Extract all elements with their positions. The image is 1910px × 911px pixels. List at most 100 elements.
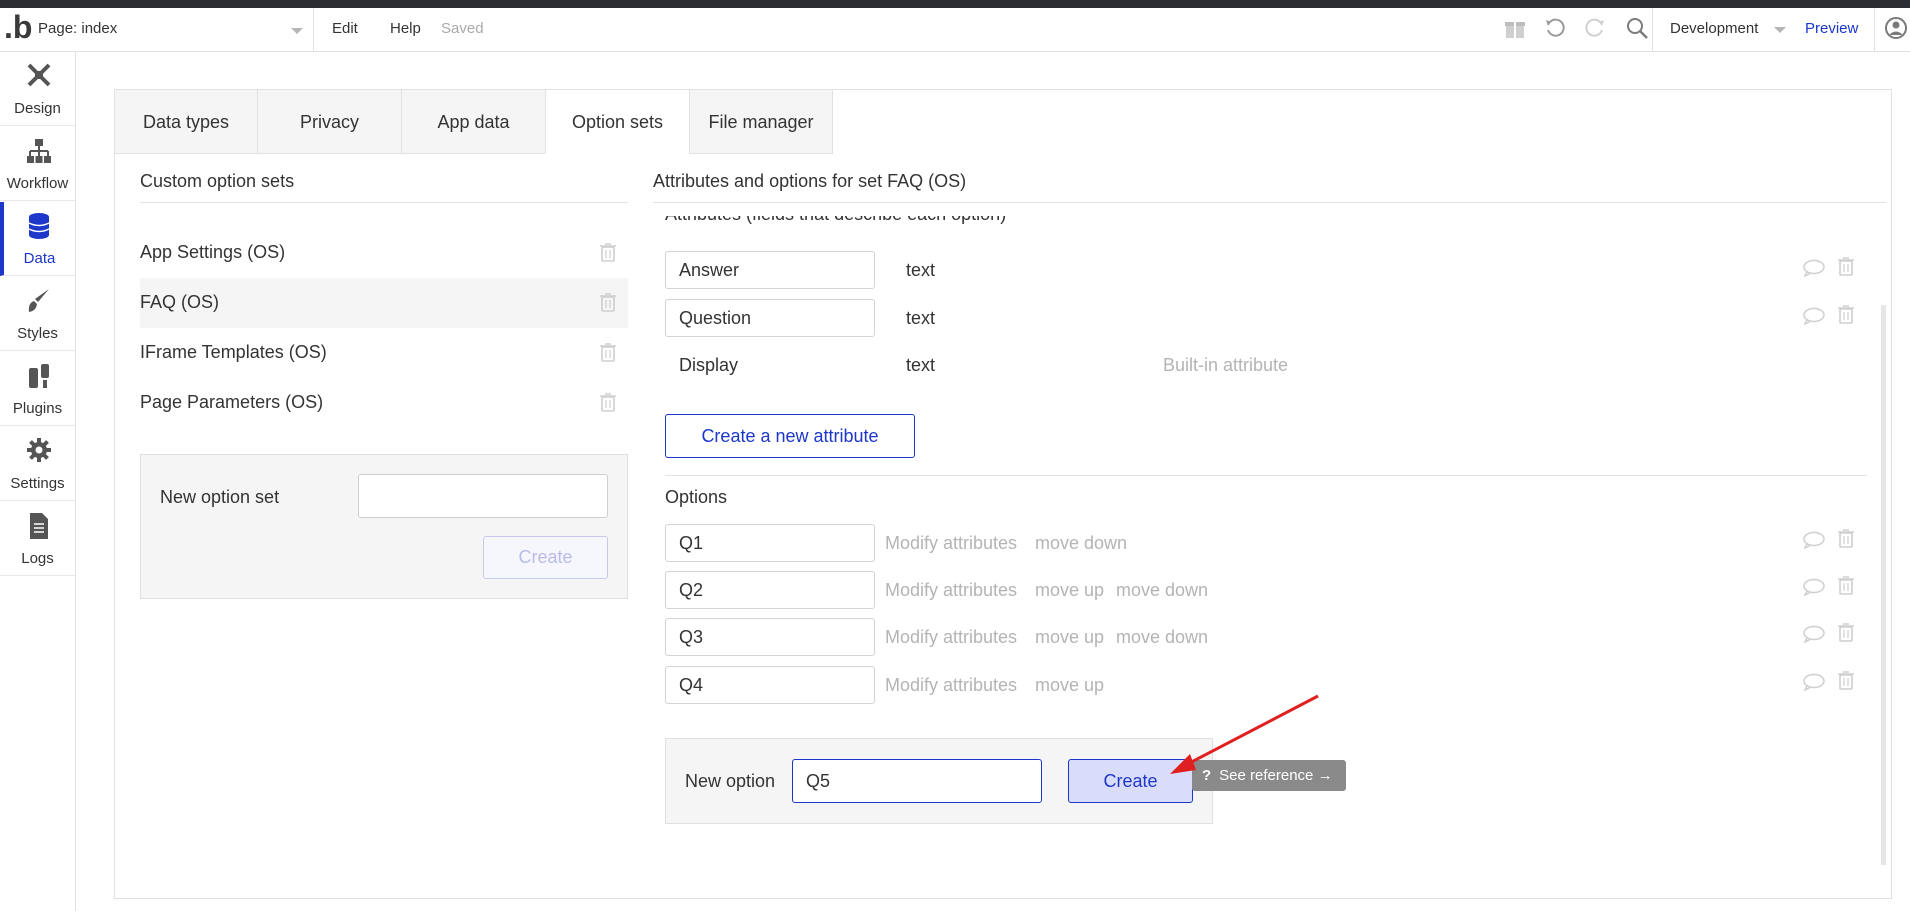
sidebar-item-data[interactable]: Data xyxy=(0,202,75,276)
sidebar-item-styles[interactable]: Styles xyxy=(0,277,75,351)
sidebar-item-label: Design xyxy=(14,100,61,117)
tab-privacy[interactable]: Privacy xyxy=(257,89,402,154)
workflow-icon xyxy=(27,139,51,163)
move-up-link[interactable]: move up xyxy=(1035,627,1104,648)
comment-icon[interactable] xyxy=(1803,578,1825,596)
option-row-actions xyxy=(1803,528,1863,552)
option-set-row[interactable]: App Settings (OS) xyxy=(140,228,628,278)
modify-attributes-link[interactable]: Modify attributes xyxy=(885,580,1017,601)
header-divider xyxy=(1874,8,1875,52)
trash-icon[interactable] xyxy=(1838,622,1854,642)
design-icon xyxy=(27,63,51,87)
undo-icon[interactable] xyxy=(1543,16,1567,40)
plug-icon xyxy=(29,364,49,388)
create-attribute-button[interactable]: Create a new attribute xyxy=(665,414,915,458)
option-row-actions xyxy=(1803,575,1863,599)
sidebar-item-label: Settings xyxy=(10,475,65,492)
option-name-field[interactable]: Q4 xyxy=(665,666,875,704)
attribute-row-actions xyxy=(1803,304,1863,328)
trash-icon[interactable] xyxy=(1838,528,1854,548)
option-row-actions xyxy=(1803,670,1863,694)
bubble-logo[interactable]: .b xyxy=(0,8,32,50)
move-down-link[interactable]: move down xyxy=(1116,627,1208,648)
tab-option-sets[interactable]: Option sets xyxy=(545,89,690,154)
attribute-row-actions xyxy=(1803,256,1863,280)
modify-attributes-link[interactable]: Modify attributes xyxy=(885,675,1017,696)
chevron-down-icon xyxy=(1774,27,1786,33)
sidebar-item-label: Plugins xyxy=(12,400,63,417)
trash-icon[interactable] xyxy=(600,342,616,362)
move-up-link[interactable]: move up xyxy=(1035,580,1104,601)
sidebar-item-design[interactable]: Design xyxy=(0,52,75,126)
attribute-name-static: Display xyxy=(679,355,739,375)
header-divider xyxy=(1652,8,1653,52)
move-up-link[interactable]: move up xyxy=(1035,675,1104,696)
options-title: Options xyxy=(665,487,728,507)
search-icon[interactable] xyxy=(1625,16,1649,40)
attribute-type[interactable]: text xyxy=(906,308,935,329)
trash-icon[interactable] xyxy=(1838,670,1854,690)
new-option-set-label: New option set xyxy=(160,487,280,507)
option-set-name: FAQ (OS) xyxy=(140,292,220,312)
built-in-attribute-note: Built-in attribute xyxy=(1163,355,1289,375)
trash-icon[interactable] xyxy=(1838,575,1854,595)
trash-icon[interactable] xyxy=(1838,256,1854,276)
comment-icon[interactable] xyxy=(1803,673,1825,691)
attribute-type[interactable]: text xyxy=(906,260,935,281)
trash-icon[interactable] xyxy=(600,392,616,412)
attributes-panel-title: Attributes and options for set FAQ (OS) xyxy=(653,171,967,191)
attributes-heading-text: Attributes (fields that describe each op… xyxy=(665,216,1006,224)
preview-link[interactable]: Preview xyxy=(1805,20,1858,37)
save-status: Saved xyxy=(441,20,484,37)
menu-help[interactable]: Help xyxy=(390,20,421,37)
option-set-row[interactable]: IFrame Templates (OS) xyxy=(140,328,628,378)
new-option-label: New option xyxy=(685,771,776,791)
divider xyxy=(653,202,1886,203)
comment-icon[interactable] xyxy=(1803,531,1825,549)
scrollbar[interactable] xyxy=(1881,305,1886,865)
sidebar-item-settings[interactable]: Settings xyxy=(0,427,75,501)
sidebar-item-label: Workflow xyxy=(6,175,69,192)
comment-icon[interactable] xyxy=(1803,625,1825,643)
chevron-down-icon xyxy=(291,28,303,34)
create-option-set-button[interactable]: Create xyxy=(483,536,608,579)
page-selector-label: Page: index xyxy=(38,20,118,37)
new-option-input[interactable]: Q5 xyxy=(792,759,1042,803)
tab-data-types[interactable]: Data types xyxy=(114,89,258,154)
modify-attributes-link[interactable]: Modify attributes xyxy=(885,627,1017,648)
page-selector[interactable]: Page: index xyxy=(30,8,314,51)
tab-app-data[interactable]: App data xyxy=(401,89,546,154)
sidebar-item-label: Data xyxy=(23,250,56,267)
option-set-row[interactable]: Page Parameters (OS) xyxy=(140,378,628,428)
comment-icon[interactable] xyxy=(1803,259,1825,277)
environment-selector[interactable]: Development xyxy=(1670,20,1758,37)
option-set-name: IFrame Templates (OS) xyxy=(140,342,327,362)
user-icon[interactable] xyxy=(1884,16,1908,40)
modify-attributes-link[interactable]: Modify attributes xyxy=(885,533,1017,554)
move-down-link[interactable]: move down xyxy=(1035,533,1127,554)
option-name-field[interactable]: Q2 xyxy=(665,571,875,609)
menu-edit[interactable]: Edit xyxy=(332,20,358,37)
attribute-name-field[interactable]: Answer xyxy=(665,251,875,289)
sidebar-item-workflow[interactable]: Workflow xyxy=(0,127,75,201)
attribute-type: text xyxy=(906,355,936,375)
redo-icon[interactable] xyxy=(1583,16,1607,40)
trash-icon[interactable] xyxy=(600,292,616,312)
attributes-heading: Attributes (fields that describe each op… xyxy=(665,216,1006,226)
option-name-field[interactable]: Q1 xyxy=(665,524,875,562)
sidebar-item-plugins[interactable]: Plugins xyxy=(0,352,75,426)
new-option-set-input[interactable] xyxy=(358,474,608,518)
tab-file-manager[interactable]: File manager xyxy=(689,89,833,154)
trash-icon[interactable] xyxy=(1838,304,1854,324)
option-set-row[interactable]: FAQ (OS) xyxy=(140,278,628,328)
gift-icon[interactable] xyxy=(1503,16,1527,40)
attribute-name-field[interactable]: Question xyxy=(665,299,875,337)
option-name-field[interactable]: Q3 xyxy=(665,618,875,656)
sidebar-item-logs[interactable]: Logs xyxy=(0,502,75,576)
move-down-link[interactable]: move down xyxy=(1116,580,1208,601)
option-row-actions xyxy=(1803,622,1863,646)
left-sidebar: Design Workflow Data Styles Plugins Sett… xyxy=(0,52,76,911)
trash-icon[interactable] xyxy=(600,242,616,262)
comment-icon[interactable] xyxy=(1803,307,1825,325)
annotation-arrow-icon xyxy=(1170,694,1319,774)
